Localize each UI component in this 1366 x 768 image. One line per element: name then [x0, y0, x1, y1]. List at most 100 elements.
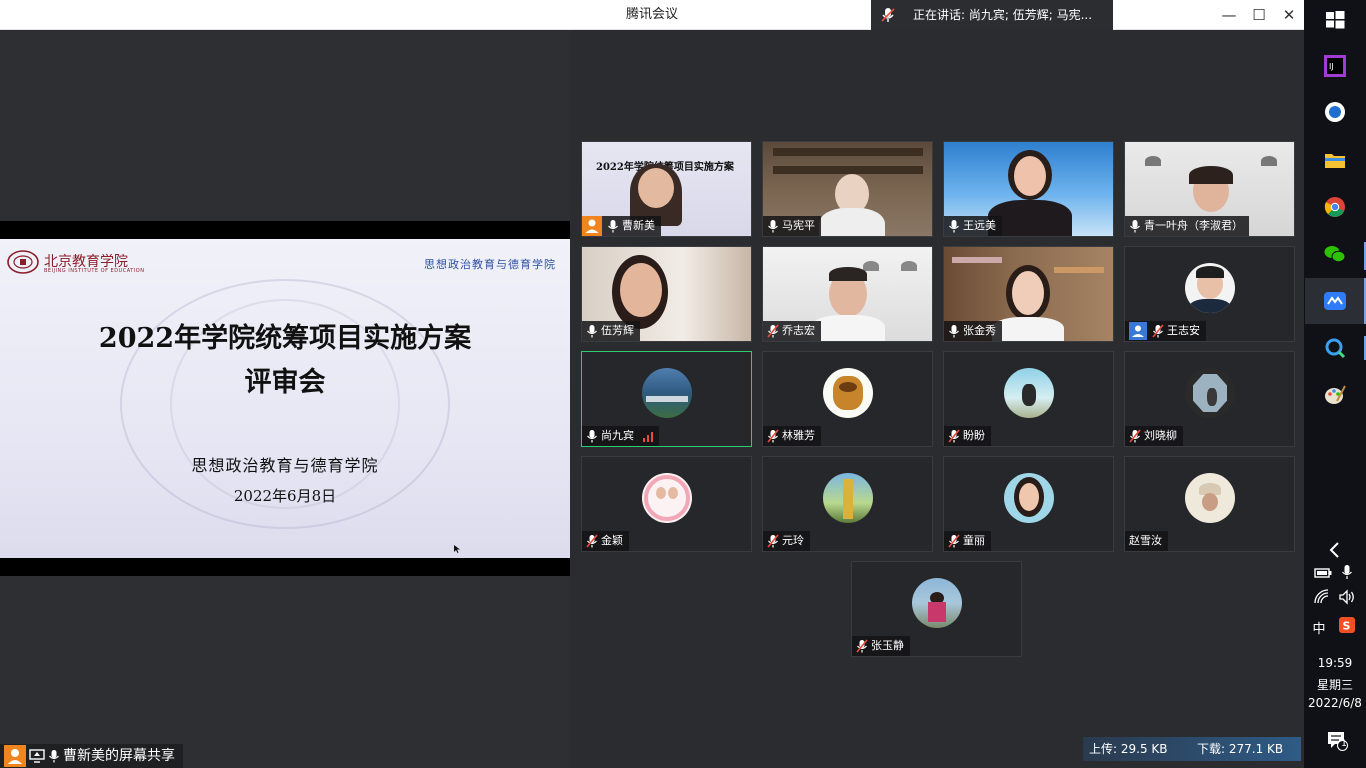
participant-label: 赵雪汝 [1125, 531, 1168, 551]
participant-tile[interactable]: 王志安 [1124, 246, 1295, 342]
participant-tile[interactable]: 赵雪汝 [1124, 456, 1295, 552]
participant-name: 曹新美 [622, 219, 655, 232]
speaking-mic-icon [881, 8, 895, 22]
screen-share-pane[interactable]: 北京教育学院 BEIJING INSTITUTE OF EDUCATION 思想… [0, 30, 570, 768]
participant-label: 刘晓柳 [1125, 426, 1183, 446]
browser-app-icon[interactable] [1323, 100, 1347, 124]
wechat-icon[interactable] [1323, 242, 1347, 266]
mic-icon [587, 430, 597, 443]
mic-icon [608, 220, 618, 233]
participant-name: 元玲 [782, 534, 804, 547]
svg-text:IJ: IJ [1329, 62, 1334, 71]
participant-tile[interactable]: 王远美 [943, 141, 1114, 237]
speaking-indicator[interactable]: 正在讲话: 尚九宾; 伍芳辉; 马宪... [871, 0, 1113, 30]
participant-label: 青一叶舟（李淑君） [1125, 216, 1249, 236]
participant-tile[interactable]: 童丽 [943, 456, 1114, 552]
participant-avatar [1185, 368, 1235, 418]
participant-tile[interactable]: 张金秀 [943, 246, 1114, 342]
tencent-meeting-icon[interactable] [1323, 289, 1347, 313]
slide-title: 2022年学院统筹项目实施方案 评审会 [0, 317, 570, 405]
chrome-icon[interactable] [1323, 195, 1347, 219]
participant-avatar [823, 368, 873, 418]
mic-muted-icon [1129, 429, 1141, 443]
participant-name: 盼盼 [963, 429, 985, 442]
mouse-cursor-icon [454, 545, 460, 553]
letterbox-bottom [0, 558, 570, 576]
participant-avatar [1185, 473, 1235, 523]
participant-name: 马宪平 [782, 219, 815, 232]
participant-tile[interactable]: 刘晓柳 [1124, 351, 1295, 447]
participant-tile[interactable]: 张玉静 [851, 561, 1022, 657]
participant-label: 盼盼 [944, 426, 991, 446]
participant-name: 王远美 [963, 219, 996, 232]
jetbrains-icon[interactable]: IJ [1323, 54, 1347, 78]
host-badge-icon [582, 216, 602, 236]
participant-label: 张金秀 [944, 321, 1002, 341]
mic-icon [949, 220, 959, 233]
participant-tile[interactable]: 林雅芳 [762, 351, 933, 447]
speaking-text: 正在讲话: 尚九宾; 伍芳辉; 马宪... [913, 8, 1093, 22]
volume-icon[interactable] [1338, 589, 1356, 605]
screen-share-text: 曹新美的屏幕共享 [63, 748, 175, 764]
search-app-icon[interactable] [1323, 336, 1347, 360]
participant-tile-speaking[interactable]: 尚九宾 [581, 351, 752, 447]
participant-name: 王志安 [1167, 324, 1200, 337]
mic-icon [49, 750, 59, 763]
mic-muted-icon [948, 429, 960, 443]
slide-department: 思想政治教育与德育学院 [191, 456, 379, 475]
mic-muted-icon [767, 534, 779, 548]
network-speed-widget: 上传: 29.5 KB 下载: 277.1 KB [1083, 737, 1301, 761]
participant-grid: 2022年学院统筹项目实施方案 曹新美 马宪平 [570, 30, 1304, 768]
tencent-meeting-window: 腾讯会议 正在讲话: 尚九宾; 伍芳辉; 马宪... — ☐ ✕ 北京教育学院 [0, 0, 1366, 768]
participant-tile[interactable]: 伍芳辉 [581, 246, 752, 342]
mic-icon [1130, 220, 1140, 233]
participant-tile[interactable]: 乔志宏 [762, 246, 933, 342]
participant-label: 元玲 [763, 531, 810, 551]
file-explorer-icon[interactable] [1323, 148, 1347, 172]
participant-tile[interactable]: 2022年学院统筹项目实施方案 曹新美 [581, 141, 752, 237]
maximize-button[interactable]: ☐ [1244, 0, 1274, 30]
chevron-left-icon[interactable] [1325, 540, 1345, 560]
mic-icon [949, 325, 959, 338]
download-speed: 下载: 277.1 KB [1197, 742, 1284, 756]
mic-icon [768, 220, 778, 233]
participant-tile[interactable]: 青一叶舟（李淑君） [1124, 141, 1295, 237]
participant-name: 伍芳辉 [601, 324, 634, 337]
host-avatar-icon [4, 745, 26, 767]
title-bar: 腾讯会议 正在讲话: 尚九宾; 伍芳辉; 马宪... — ☐ ✕ [0, 0, 1304, 30]
participant-tile[interactable]: 盼盼 [943, 351, 1114, 447]
screen-share-label[interactable]: 曹新美的屏幕共享 [0, 744, 183, 768]
participant-tile[interactable]: 金颖 [581, 456, 752, 552]
participant-avatar [823, 473, 873, 523]
participant-name: 刘晓柳 [1144, 429, 1177, 442]
wifi-icon[interactable] [1314, 589, 1330, 605]
slide-date: 2022年6月8日 [233, 487, 337, 505]
participant-name: 金颖 [601, 534, 623, 547]
participant-label: 马宪平 [763, 216, 821, 236]
screen-share-icon [29, 749, 45, 763]
paint-app-icon[interactable] [1323, 383, 1347, 407]
battery-icon[interactable] [1314, 566, 1332, 580]
shared-slide: 北京教育学院 BEIJING INSTITUTE OF EDUCATION 思想… [0, 239, 570, 558]
participant-label: 童丽 [944, 531, 991, 551]
participant-tile[interactable]: 马宪平 [762, 141, 933, 237]
clock-time[interactable]: 19:59 [1304, 656, 1366, 670]
participant-label: 王远美 [944, 216, 1002, 236]
windows-start-icon[interactable] [1323, 8, 1347, 32]
clock-weekday[interactable]: 星期三 [1304, 676, 1366, 693]
letterbox-top [0, 221, 570, 239]
participant-tile[interactable]: 元玲 [762, 456, 933, 552]
slide-title-line1: 2022年学院统筹项目实施方案 [98, 323, 472, 354]
close-button[interactable]: ✕ [1274, 0, 1304, 30]
institute-name-en: BEIJING INSTITUTE OF EDUCATION [44, 268, 145, 274]
upload-speed: 上传: 29.5 KB [1089, 742, 1168, 756]
sogou-input-icon[interactable]: S [1338, 616, 1356, 634]
clock-date[interactable]: 2022/6/8 [1304, 696, 1366, 710]
participant-name: 尚九宾 [601, 429, 634, 442]
participant-name: 乔志宏 [782, 324, 815, 337]
microphone-tray-icon[interactable] [1341, 564, 1353, 580]
minimize-button[interactable]: — [1214, 0, 1244, 30]
participant-name: 赵雪汝 [1129, 534, 1162, 547]
participant-name: 童丽 [963, 534, 985, 547]
participant-avatar [642, 473, 692, 523]
